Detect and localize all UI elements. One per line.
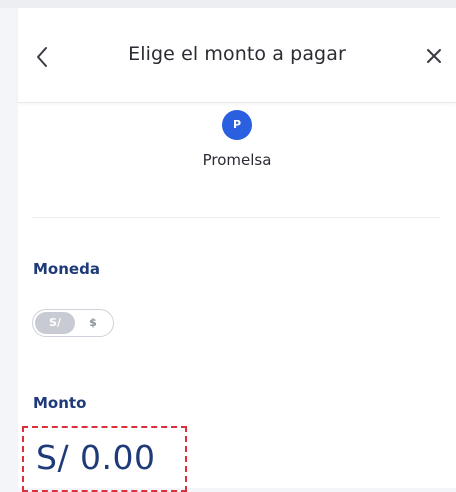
currency-label: Moneda (33, 260, 100, 278)
divider (32, 217, 440, 218)
amount-value[interactable]: S/ 0.00 (36, 438, 156, 477)
header: Elige el monto a pagar (18, 8, 456, 103)
amount-input-highlight[interactable]: S/ 0.00 (22, 426, 187, 492)
status-bar (0, 0, 456, 8)
close-icon[interactable] (422, 44, 446, 68)
page-title: Elige el monto a pagar (128, 43, 346, 65)
merchant-avatar: P (222, 110, 252, 140)
currency-option-pen[interactable]: S/ (35, 312, 75, 334)
merchant-name: Promelsa (202, 151, 272, 169)
currency-option-usd[interactable]: $ (77, 312, 109, 334)
payment-amount-screen: Elige el monto a pagar P Promelsa Moneda… (18, 8, 456, 492)
amount-label: Monto (33, 394, 87, 412)
merchant-info: P Promelsa (18, 110, 456, 169)
currency-toggle[interactable]: S/ $ (32, 309, 114, 337)
